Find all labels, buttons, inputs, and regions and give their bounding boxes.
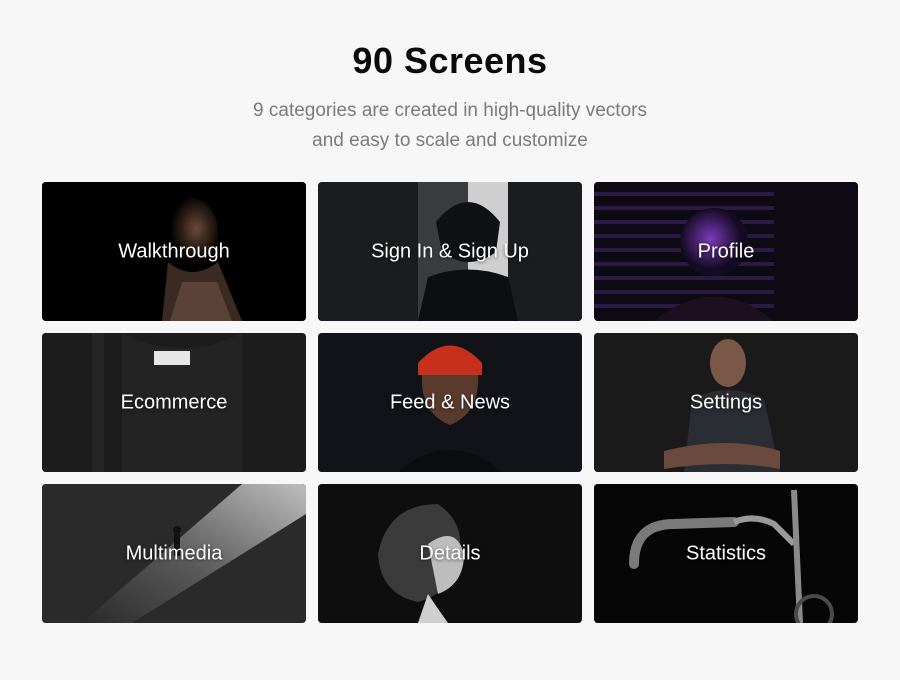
category-label: Statistics xyxy=(685,542,767,564)
category-label: Ecommerce xyxy=(120,391,228,413)
page-title: 90 Screens xyxy=(352,40,548,81)
category-label: Multimedia xyxy=(125,542,223,564)
category-label: Sign In & Sign Up xyxy=(371,240,529,262)
category-card-sign-in-sign-up[interactable]: Sign In & Sign Up xyxy=(318,182,582,321)
subtitle-line-1: 9 categories are created in high-quality… xyxy=(253,100,647,121)
category-card-multimedia[interactable]: Multimedia xyxy=(42,484,306,623)
category-label: Walkthrough xyxy=(118,240,230,262)
category-card-walkthrough[interactable]: Walkthrough xyxy=(42,182,306,321)
category-grid: Walkthrough Sign In & Sign Up Profile Ec… xyxy=(42,182,858,623)
subtitle-line-2: and easy to scale and customize xyxy=(312,130,588,151)
category-card-details[interactable]: Details xyxy=(318,484,582,623)
category-card-feed-news[interactable]: Feed & News xyxy=(318,333,582,472)
category-label: Profile xyxy=(697,240,755,262)
category-card-profile[interactable]: Profile xyxy=(594,182,858,321)
category-card-statistics[interactable]: Statistics xyxy=(594,484,858,623)
category-label: Feed & News xyxy=(389,391,511,413)
category-label: Details xyxy=(419,542,481,564)
page-subtitle: 9 categories are created in high-quality… xyxy=(0,96,900,156)
category-label: Settings xyxy=(689,391,763,413)
category-card-ecommerce[interactable]: Ecommerce xyxy=(42,333,306,472)
category-card-settings[interactable]: Settings xyxy=(594,333,858,472)
